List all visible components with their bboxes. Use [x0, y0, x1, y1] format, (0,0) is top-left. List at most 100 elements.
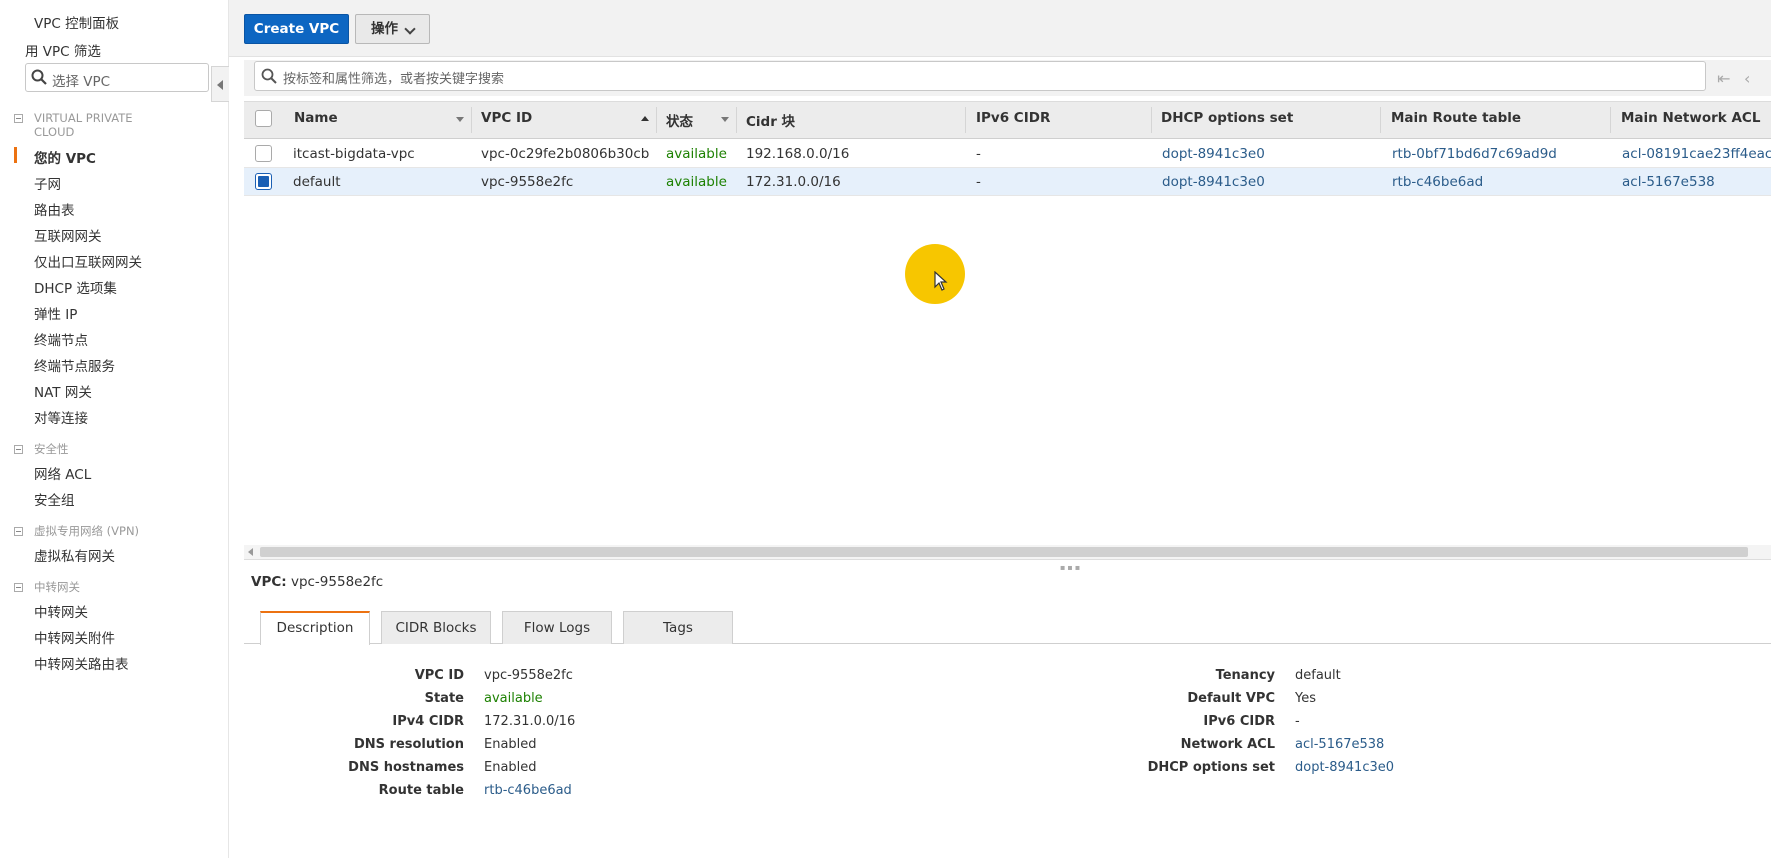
- create-vpc-button[interactable]: Create VPC: [244, 14, 349, 44]
- cell-name: default: [293, 174, 341, 190]
- sidebar-item-internet-gateways[interactable]: 互联网网关: [34, 225, 102, 245]
- collapse-minus-icon: [14, 527, 23, 536]
- column-vpc-id[interactable]: VPC ID: [481, 110, 532, 126]
- column-separator: [1610, 107, 1611, 133]
- sort-icon[interactable]: [641, 116, 649, 121]
- collapse-minus-icon: [14, 445, 23, 454]
- sidebar-item-transit-gateway-route-tables[interactable]: 中转网关路由表: [34, 653, 129, 673]
- label-default-vpc: Default VPC: [1187, 691, 1275, 706]
- sidebar-item-security-groups[interactable]: 安全组: [34, 489, 75, 509]
- cell-route-table-link[interactable]: rtb-c46be6ad: [1392, 174, 1483, 190]
- sidebar-item-network-acls[interactable]: 网络 ACL: [34, 463, 91, 483]
- cell-vpc-id: vpc-0c29fe2b0806b30cb: [481, 146, 650, 162]
- scrollbar-thumb[interactable]: [260, 547, 1748, 557]
- tab-cidr-blocks[interactable]: CIDR Blocks: [381, 611, 491, 644]
- cell-ipv6-cidr: -: [976, 146, 981, 162]
- cell-route-table-link[interactable]: rtb-0bf71bd6d7c69ad9d: [1392, 146, 1557, 162]
- value-tenancy: default: [1295, 668, 1341, 683]
- table-row-selected[interactable]: [244, 168, 1771, 196]
- collapse-minus-icon: [14, 114, 23, 123]
- column-separator: [471, 107, 472, 133]
- detail-title: VPC: vpc-9558e2fc: [251, 574, 383, 590]
- panel-splitter[interactable]: [244, 559, 1771, 566]
- sidebar-item-egress-only-gateways[interactable]: 仅出口互联网网关: [34, 251, 142, 271]
- value-dns-hostnames: Enabled: [484, 760, 537, 775]
- sidebar-item-endpoints[interactable]: 终端节点: [34, 329, 88, 349]
- sidebar-item-route-tables[interactable]: 路由表: [34, 199, 75, 219]
- row-checkbox[interactable]: [255, 145, 272, 162]
- actions-dropdown-button[interactable]: 操作: [355, 14, 430, 44]
- value-ipv4-cidr: 172.31.0.0/16: [484, 714, 576, 729]
- table-filter-input[interactable]: 按标签和属性筛选，或者按关键字搜索: [254, 61, 1706, 91]
- prev-page-icon[interactable]: ‹: [1744, 69, 1750, 88]
- filter-by-vpc-label: 用 VPC 筛选: [25, 44, 101, 60]
- column-dhcp-options[interactable]: DHCP options set: [1161, 110, 1293, 126]
- label-ipv6-cidr: IPv6 CIDR: [1203, 714, 1275, 729]
- sidebar-item-endpoint-services[interactable]: 终端节点服务: [34, 355, 115, 375]
- value-network-acl-link[interactable]: acl-5167e538: [1295, 737, 1384, 752]
- column-separator: [965, 107, 966, 133]
- value-dhcp-options-link[interactable]: dopt-8941c3e0: [1295, 760, 1394, 775]
- label-dhcp-options-set: DHCP options set: [1147, 760, 1275, 775]
- caret-down-icon: [404, 23, 416, 35]
- column-main-route-table[interactable]: Main Route table: [1391, 110, 1521, 126]
- tab-flow-logs[interactable]: Flow Logs: [502, 611, 612, 644]
- column-name[interactable]: Name: [294, 110, 338, 126]
- sidebar-item-your-vpcs[interactable]: 您的 VPC: [34, 147, 96, 167]
- sidebar-item-dhcp-options[interactable]: DHCP 选项集: [34, 277, 117, 297]
- value-vpc-id: vpc-9558e2fc: [484, 668, 573, 683]
- splitter-grip-icon[interactable]: ▪▪▪: [1060, 563, 1082, 572]
- value-ipv6-cidr: -: [1295, 714, 1300, 729]
- sidebar-item-elastic-ips[interactable]: 弹性 IP: [34, 303, 77, 323]
- vpc-select-input[interactable]: 选择 VPC: [25, 63, 209, 92]
- value-state: available: [484, 691, 543, 706]
- row-checkbox-checked[interactable]: [255, 173, 272, 190]
- sidebar-item-subnets[interactable]: 子网: [34, 173, 61, 193]
- tab-description[interactable]: Description: [260, 611, 370, 645]
- sidebar-collapse-button[interactable]: [211, 66, 229, 102]
- cell-cidr: 192.168.0.0/16: [746, 146, 850, 162]
- sidebar-item-nat-gateways[interactable]: NAT 网关: [34, 381, 92, 401]
- section-heading-cont: CLOUD: [34, 125, 75, 139]
- collapse-left-icon: [217, 80, 223, 90]
- column-ipv6-cidr[interactable]: IPv6 CIDR: [976, 110, 1050, 126]
- sidebar-item-peering[interactable]: 对等连接: [34, 407, 88, 427]
- section-heading: 虚拟专用网络 (VPN): [34, 524, 140, 538]
- column-cidr[interactable]: Cidr 块: [746, 110, 795, 130]
- sort-icon[interactable]: [456, 117, 464, 122]
- sidebar-item-transit-gateways[interactable]: 中转网关: [34, 601, 88, 621]
- value-route-table-link[interactable]: rtb-c46be6ad: [484, 783, 572, 798]
- cell-network-acl-link[interactable]: acl-5167e538: [1622, 174, 1715, 190]
- sidebar-item-virtual-private-gateways[interactable]: 虚拟私有网关: [34, 545, 115, 565]
- label-vpc-id: VPC ID: [414, 668, 464, 683]
- cell-ipv6-cidr: -: [976, 174, 981, 190]
- collapse-minus-icon: [14, 583, 23, 592]
- label-dns-hostnames: DNS hostnames: [348, 760, 464, 775]
- cell-state: available: [666, 174, 727, 190]
- cell-dhcp-options-link[interactable]: dopt-8941c3e0: [1162, 146, 1265, 162]
- filter-placeholder: 按标签和属性筛选，或者按关键字搜索: [283, 72, 505, 87]
- tab-tags[interactable]: Tags: [623, 611, 733, 644]
- sort-icon[interactable]: [721, 117, 729, 122]
- column-separator: [1151, 107, 1152, 133]
- column-separator: [656, 107, 657, 133]
- detail-title-value: vpc-9558e2fc: [290, 574, 384, 590]
- select-all-checkbox[interactable]: [255, 110, 272, 127]
- label-dns-resolution: DNS resolution: [353, 737, 464, 752]
- cell-state: available: [666, 146, 727, 162]
- scroll-left-icon[interactable]: [248, 548, 253, 556]
- column-state[interactable]: 状态: [666, 110, 693, 130]
- table-horizontal-scrollbar[interactable]: [244, 545, 1771, 559]
- label-ipv4-cidr: IPv4 CIDR: [392, 714, 464, 729]
- section-heading: 安全性: [34, 442, 69, 456]
- cell-dhcp-options-link[interactable]: dopt-8941c3e0: [1162, 174, 1265, 190]
- sidebar-item-transit-gateway-attachments[interactable]: 中转网关附件: [34, 627, 115, 647]
- label-network-acl: Network ACL: [1180, 737, 1275, 752]
- sidebar: VPC 控制面板 用 VPC 筛选 选择 VPC VIRTUAL PRIVATE…: [0, 0, 229, 858]
- cell-cidr: 172.31.0.0/16: [746, 174, 841, 190]
- first-page-icon[interactable]: ⇤: [1717, 69, 1730, 88]
- column-main-network-acl[interactable]: Main Network ACL: [1621, 110, 1760, 126]
- dashboard-link[interactable]: VPC 控制面板: [34, 12, 119, 32]
- section-heading: VIRTUAL PRIVATE: [34, 111, 133, 125]
- cell-network-acl-link[interactable]: acl-08191cae23ff4eac0: [1622, 146, 1771, 162]
